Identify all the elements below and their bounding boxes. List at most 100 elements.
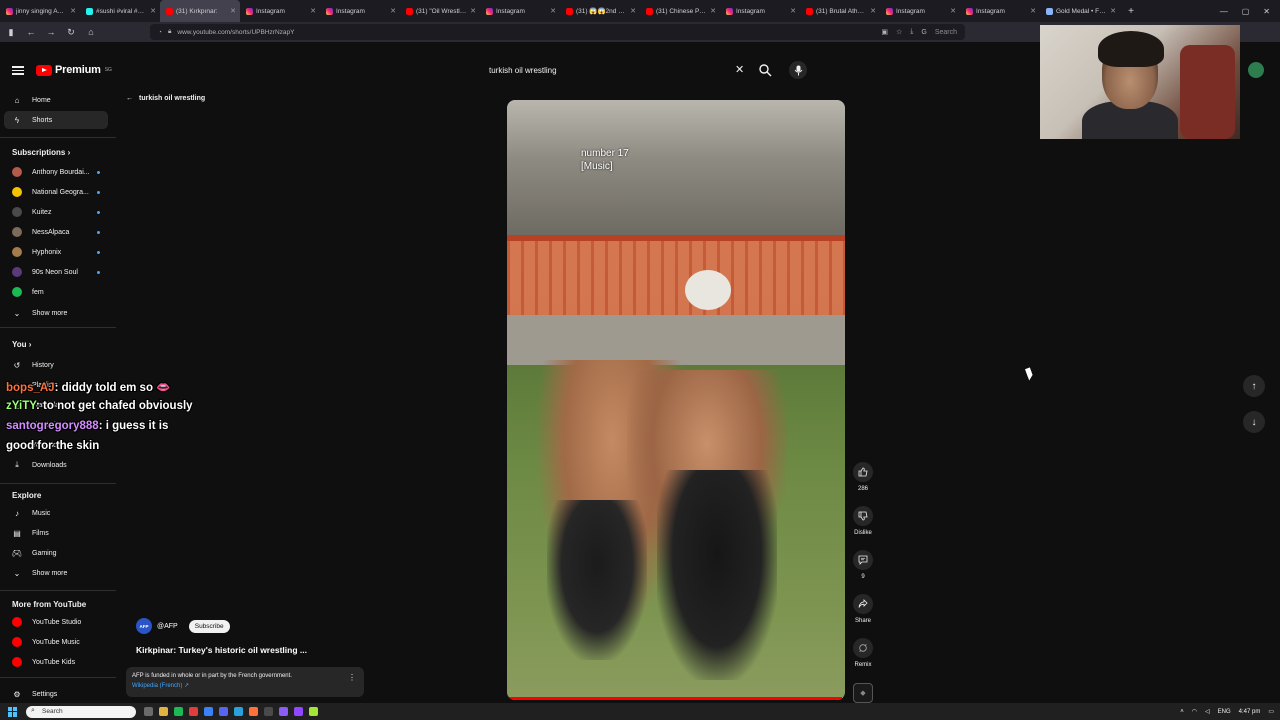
browser-tab[interactable]: (31) Brutal Atheist ✕ [800, 0, 880, 22]
previous-short-button[interactable]: ↑ [1243, 375, 1265, 397]
search-icon[interactable] [758, 63, 772, 77]
channel-handle[interactable]: @AFP [157, 623, 178, 630]
browser-tab[interactable]: Instagram ✕ [960, 0, 1040, 22]
wifi-icon[interactable]: ◠ [1192, 708, 1197, 715]
browser-tab[interactable]: Instagram ✕ [880, 0, 960, 22]
browser-tab[interactable]: (31) "Oil Wrestling" ✕ [400, 0, 480, 22]
remix-icon[interactable] [853, 638, 873, 658]
comments-action[interactable]: 9 [851, 550, 875, 580]
sidebar-item-subscription[interactable]: Anthony Bourdai... [4, 163, 108, 181]
video-title[interactable]: Kirkpinar: Turkey's historic oil wrestli… [136, 645, 307, 655]
show-more-explore[interactable]: ⌄ Show more [4, 564, 108, 582]
share-icon[interactable] [853, 594, 873, 614]
comment-icon[interactable] [853, 550, 873, 570]
user-avatar[interactable] [1248, 62, 1264, 78]
close-tab-icon[interactable]: ✕ [1030, 7, 1036, 15]
subscribe-button[interactable]: Subscribe [188, 619, 230, 633]
hamburger-menu-icon[interactable] [12, 64, 24, 76]
taskbar-search[interactable]: ⌕ Search [26, 705, 136, 718]
sidebar-item-home[interactable]: ⌂ Home [4, 91, 108, 109]
close-tab-icon[interactable]: ✕ [790, 7, 796, 15]
sidebar-item-youtube-studio[interactable]: YouTube Studio [4, 613, 108, 631]
telegram-icon[interactable] [234, 707, 243, 716]
app-gray-icon[interactable] [264, 707, 273, 716]
close-tab-icon[interactable]: ✕ [630, 7, 636, 15]
task-view-icon[interactable] [144, 707, 153, 716]
sidebar-item-music[interactable]: ♪ Music [4, 504, 108, 522]
twitch-icon[interactable] [294, 707, 303, 716]
thumbs-down-icon[interactable] [853, 506, 873, 526]
browser-tab[interactable]: #sushi #viral #chall ✕ [80, 0, 160, 22]
sidebar-item-settings[interactable]: ⚙ Settings [4, 685, 108, 703]
language-indicator[interactable]: ENG [1218, 709, 1231, 715]
browser-search-field[interactable]: Search [935, 29, 957, 36]
clock-time[interactable]: 4:47 pm [1239, 709, 1261, 715]
close-tab-icon[interactable]: ✕ [870, 7, 876, 15]
forward-arrow-icon[interactable]: → [46, 27, 56, 37]
voice-search-button[interactable] [789, 61, 807, 79]
url-bar[interactable]: ◔ 🔒︎ www.youtube.com/shorts/UPBHzrNzapY … [150, 24, 965, 40]
share-action[interactable]: Share [851, 594, 875, 624]
close-tab-icon[interactable]: ✕ [310, 7, 316, 15]
close-tab-icon[interactable]: ✕ [950, 7, 956, 15]
sidebar-item-subscription[interactable]: fem [4, 283, 108, 301]
you-heading[interactable]: You › [12, 340, 31, 349]
file-explorer-icon[interactable] [159, 707, 168, 716]
back-arrow-icon[interactable]: ← [26, 27, 36, 37]
chevron-up-icon[interactable]: ˄ [1180, 709, 1184, 715]
sidebar-item-subscription[interactable]: National Geogra... [4, 183, 108, 201]
browser-tab[interactable]: Instagram ✕ [320, 0, 400, 22]
browser-tab[interactable]: jinny singing AWAY ✕ [0, 0, 80, 22]
close-tab-icon[interactable]: ✕ [1110, 7, 1116, 15]
browser-tab[interactable]: Instagram ✕ [720, 0, 800, 22]
wikipedia-link[interactable]: Wikipedia (French) ↗ [132, 682, 358, 689]
channel-avatar[interactable]: AFP [136, 618, 152, 634]
youtube-premium-logo[interactable]: Premium SG [36, 64, 112, 76]
subscriptions-heading[interactable]: Subscriptions › [12, 148, 70, 157]
sidebar-item-youtube-kids[interactable]: YouTube Kids [4, 653, 108, 671]
more-options-icon[interactable]: ⋮ [348, 673, 356, 682]
close-tab-icon[interactable]: ✕ [710, 7, 716, 15]
bookmark-star-icon[interactable]: ☆ [896, 28, 902, 36]
sidebar-item-shorts[interactable]: ϟ Shorts [4, 111, 108, 129]
browser-tab[interactable]: (31) Kırkpınar: ✕ [160, 0, 240, 22]
sidebar-item-downloads[interactable]: ⤓ Downloads [4, 456, 108, 474]
sidebar-item-films[interactable]: ▤ Films [4, 524, 108, 542]
downloads-icon[interactable]: ⤓ [910, 28, 913, 36]
dislike-action[interactable]: Dislike [851, 506, 875, 536]
browser-tab[interactable]: Gold Medal • FS 6 ✕ [1040, 0, 1120, 22]
sidebar-item-youtube-music[interactable]: YouTube Music [4, 633, 108, 651]
search-input[interactable]: turkish oil wrestling [480, 60, 752, 80]
volume-icon[interactable]: ◁ [1205, 708, 1210, 715]
browser-tab[interactable]: (31) Chinese Presid✕ [640, 0, 720, 22]
notifications-icon[interactable]: ▭ [1268, 708, 1274, 715]
firefox-icon[interactable] [249, 707, 258, 716]
clear-search-icon[interactable]: ✕ [735, 63, 744, 76]
close-tab-icon[interactable]: ✕ [390, 7, 396, 15]
like-action[interactable]: 286 [851, 462, 875, 492]
browser-tab[interactable]: (31) 😱😱2nd con ✕ [560, 0, 640, 22]
show-more-subscriptions[interactable]: ⌄ Show more [4, 304, 108, 322]
reader-icon[interactable]: ▣ [881, 28, 888, 36]
minimize-icon[interactable]: — [1220, 7, 1228, 16]
back-to-results[interactable]: ← turkish oil wrestling [126, 95, 205, 102]
chrome-icon[interactable] [204, 707, 213, 716]
close-tab-icon[interactable]: ✕ [470, 7, 476, 15]
app-red-icon[interactable] [189, 707, 198, 716]
obs-icon[interactable] [279, 707, 288, 716]
new-tab-icon[interactable]: + [1124, 6, 1138, 17]
shorts-video-player[interactable]: number 17 [Music] [507, 100, 845, 700]
remix-action[interactable]: Remix [851, 638, 875, 668]
sidebar-toggle-icon[interactable]: ▮ [6, 27, 16, 38]
windows-start-icon[interactable] [8, 706, 18, 717]
thumbs-up-icon[interactable] [853, 462, 873, 482]
close-window-icon[interactable]: ✕ [1263, 7, 1270, 16]
home-browser-icon[interactable]: ⌂ [86, 27, 96, 37]
discord-icon[interactable] [219, 707, 228, 716]
sidebar-item-subscription[interactable]: Hyphonix [4, 243, 108, 261]
browser-tab[interactable]: Instagram ✕ [240, 0, 320, 22]
sidebar-item-subscription[interactable]: 90s Neon Soul [4, 263, 108, 281]
next-short-button[interactable]: ↓ [1243, 411, 1265, 433]
close-tab-icon[interactable]: ✕ [230, 7, 236, 15]
sidebar-item-gaming[interactable]: 🎮︎ Gaming [4, 544, 108, 562]
